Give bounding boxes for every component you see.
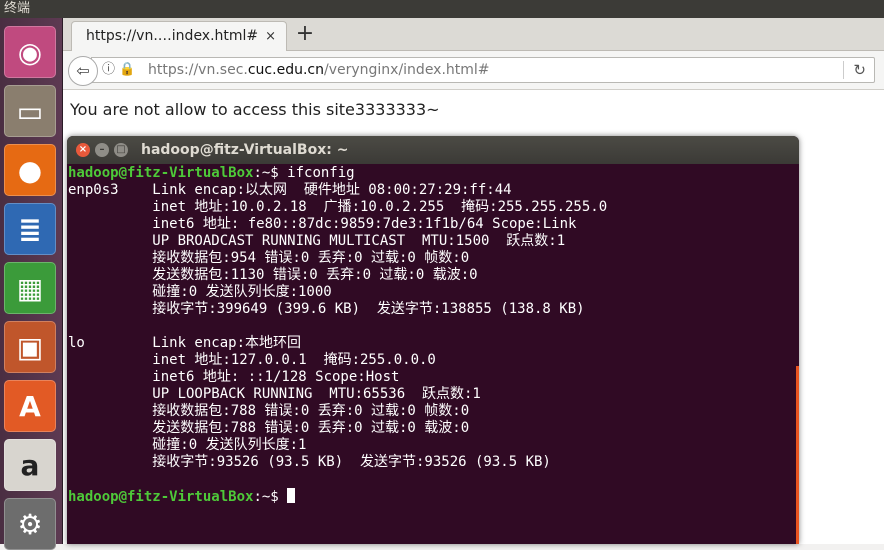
reload-icon[interactable]: ↻ <box>853 58 866 82</box>
tab-close-icon[interactable]: × <box>265 22 276 51</box>
url-bar[interactable]: ⓘ🔒 https://vn.sec.cuc.edu.cn/verynginx/i… <box>91 57 875 83</box>
firefox-glyph: ● <box>17 153 43 187</box>
terminal-title: hadoop@fitz-VirtualBox: ~ <box>141 142 349 158</box>
impress-glyph: ▣ <box>16 330 44 364</box>
tab-strip: https://vn.…index.html# × + <box>63 18 884 51</box>
close-icon[interactable]: × <box>76 143 90 157</box>
terminal-output-line: inet6 地址: ::1/128 Scope:Host <box>68 369 400 385</box>
terminal-output-line: 碰撞:0 发送队列长度:1000 <box>68 284 332 300</box>
url-text: https://vn.sec.cuc.edu.cn/verynginx/inde… <box>148 58 490 82</box>
text-cursor <box>287 488 296 503</box>
files-glyph: ▭ <box>16 94 44 128</box>
launcher-impress-icon[interactable]: ▣ <box>4 321 56 373</box>
terminal-output-line: 接收数据包:954 错误:0 丢弃:0 过载:0 帧数:0 <box>68 250 470 266</box>
top-panel: 终端 <box>0 0 884 18</box>
launcher-firefox-icon[interactable]: ● <box>4 144 56 196</box>
terminal-output-line: UP LOOPBACK RUNNING MTU:65536 跃点数:1 <box>68 386 481 402</box>
terminal-output-line: 发送数据包:788 错误:0 丢弃:0 过载:0 载波:0 <box>68 420 470 436</box>
url-domain: cuc.edu.cn <box>247 62 324 78</box>
terminal-output-line: inet 地址:10.0.2.18 广播:10.0.2.255 掩码:255.2… <box>68 199 608 215</box>
minimize-icon[interactable]: – <box>95 143 109 157</box>
prompt-path: :~$ <box>253 165 288 181</box>
command-line: hadoop@fitz-VirtualBox:~$ ifconfig <box>68 165 355 182</box>
terminal-output-line: 发送数据包:1130 错误:0 丢弃:0 过载:0 载波:0 <box>68 267 478 283</box>
terminal-output-line: enp0s3 Link encap:以太网 硬件地址 08:00:27:29:f… <box>68 182 512 198</box>
terminal-output-line: 接收数据包:788 错误:0 丢弃:0 过载:0 帧数:0 <box>68 403 470 419</box>
url-divider <box>843 61 844 79</box>
launcher-files-icon[interactable]: ▭ <box>4 85 56 137</box>
system-settings-glyph: ⚙ <box>17 507 43 541</box>
terminal-output-line: 碰撞:0 发送队列长度:1 <box>68 437 307 453</box>
page-message: You are not allow to access this site333… <box>70 100 440 119</box>
software-center-glyph: A <box>19 389 41 423</box>
navigation-bar: ⓘ🔒 https://vn.sec.cuc.edu.cn/verynginx/i… <box>63 51 884 90</box>
terminal-window: × – □ hadoop@fitz-VirtualBox: ~ hadoop@f… <box>67 136 799 544</box>
prompt-path: :~$ <box>253 489 288 505</box>
launcher-calc-icon[interactable]: ▦ <box>4 262 56 314</box>
terminal-body[interactable]: hadoop@fitz-VirtualBox:~$ ifconfig enp0s… <box>68 165 796 544</box>
maximize-icon[interactable]: □ <box>114 143 128 157</box>
url-prefix: https://vn.sec. <box>148 62 248 78</box>
prompt-user: hadoop@fitz-VirtualBox <box>68 489 254 505</box>
tab-title: https://vn.…index.html# <box>86 28 259 44</box>
terminal-output-line: inet 地址:127.0.0.1 掩码:255.0.0.0 <box>68 352 436 368</box>
launcher-software-center-icon[interactable]: A <box>4 380 56 432</box>
terminal-scroll-indicator <box>796 366 799 544</box>
launcher-system-settings-icon[interactable]: ⚙ <box>4 498 56 550</box>
prompt-user: hadoop@fitz-VirtualBox <box>68 165 254 181</box>
launcher: ◉ ▭ ● ≣ ▦ ▣ Aa ⚙ <box>0 18 63 550</box>
browser-tab[interactable]: https://vn.…index.html# × <box>71 21 287 51</box>
url-suffix: /verynginx/index.html# <box>323 62 490 78</box>
launcher-ubuntu-dash-icon[interactable]: ◉ <box>4 26 56 78</box>
amazon-glyph: a <box>20 448 40 482</box>
current-prompt-line: hadoop@fitz-VirtualBox:~$ <box>68 488 296 505</box>
back-button[interactable]: ⇦ <box>68 56 98 86</box>
launcher-writer-icon[interactable]: ≣ <box>4 203 56 255</box>
site-security-icon[interactable]: ⓘ🔒 <box>102 58 139 82</box>
terminal-output-line: 接收字节:399649 (399.6 KB) 发送字节:138855 (138.… <box>68 301 585 317</box>
new-tab-button[interactable]: + <box>293 21 317 47</box>
active-app-title: 终端 <box>4 1 31 16</box>
command-text: ifconfig <box>287 165 355 181</box>
terminal-output-line: lo Link encap:本地环回 <box>68 335 302 351</box>
terminal-titlebar[interactable]: × – □ hadoop@fitz-VirtualBox: ~ <box>67 136 799 164</box>
calc-glyph: ▦ <box>16 271 44 305</box>
terminal-output-line: inet6 地址: fe80::87dc:9859:7de3:1f1b/64 S… <box>68 216 577 232</box>
ubuntu-dash-glyph: ◉ <box>17 35 43 69</box>
writer-glyph: ≣ <box>18 212 42 246</box>
launcher-amazon-icon[interactable]: a <box>4 439 56 491</box>
terminal-output-line: 接收字节:93526 (93.5 KB) 发送字节:93526 (93.5 KB… <box>68 454 551 470</box>
terminal-output-line: UP BROADCAST RUNNING MULTICAST MTU:1500 … <box>68 233 566 249</box>
